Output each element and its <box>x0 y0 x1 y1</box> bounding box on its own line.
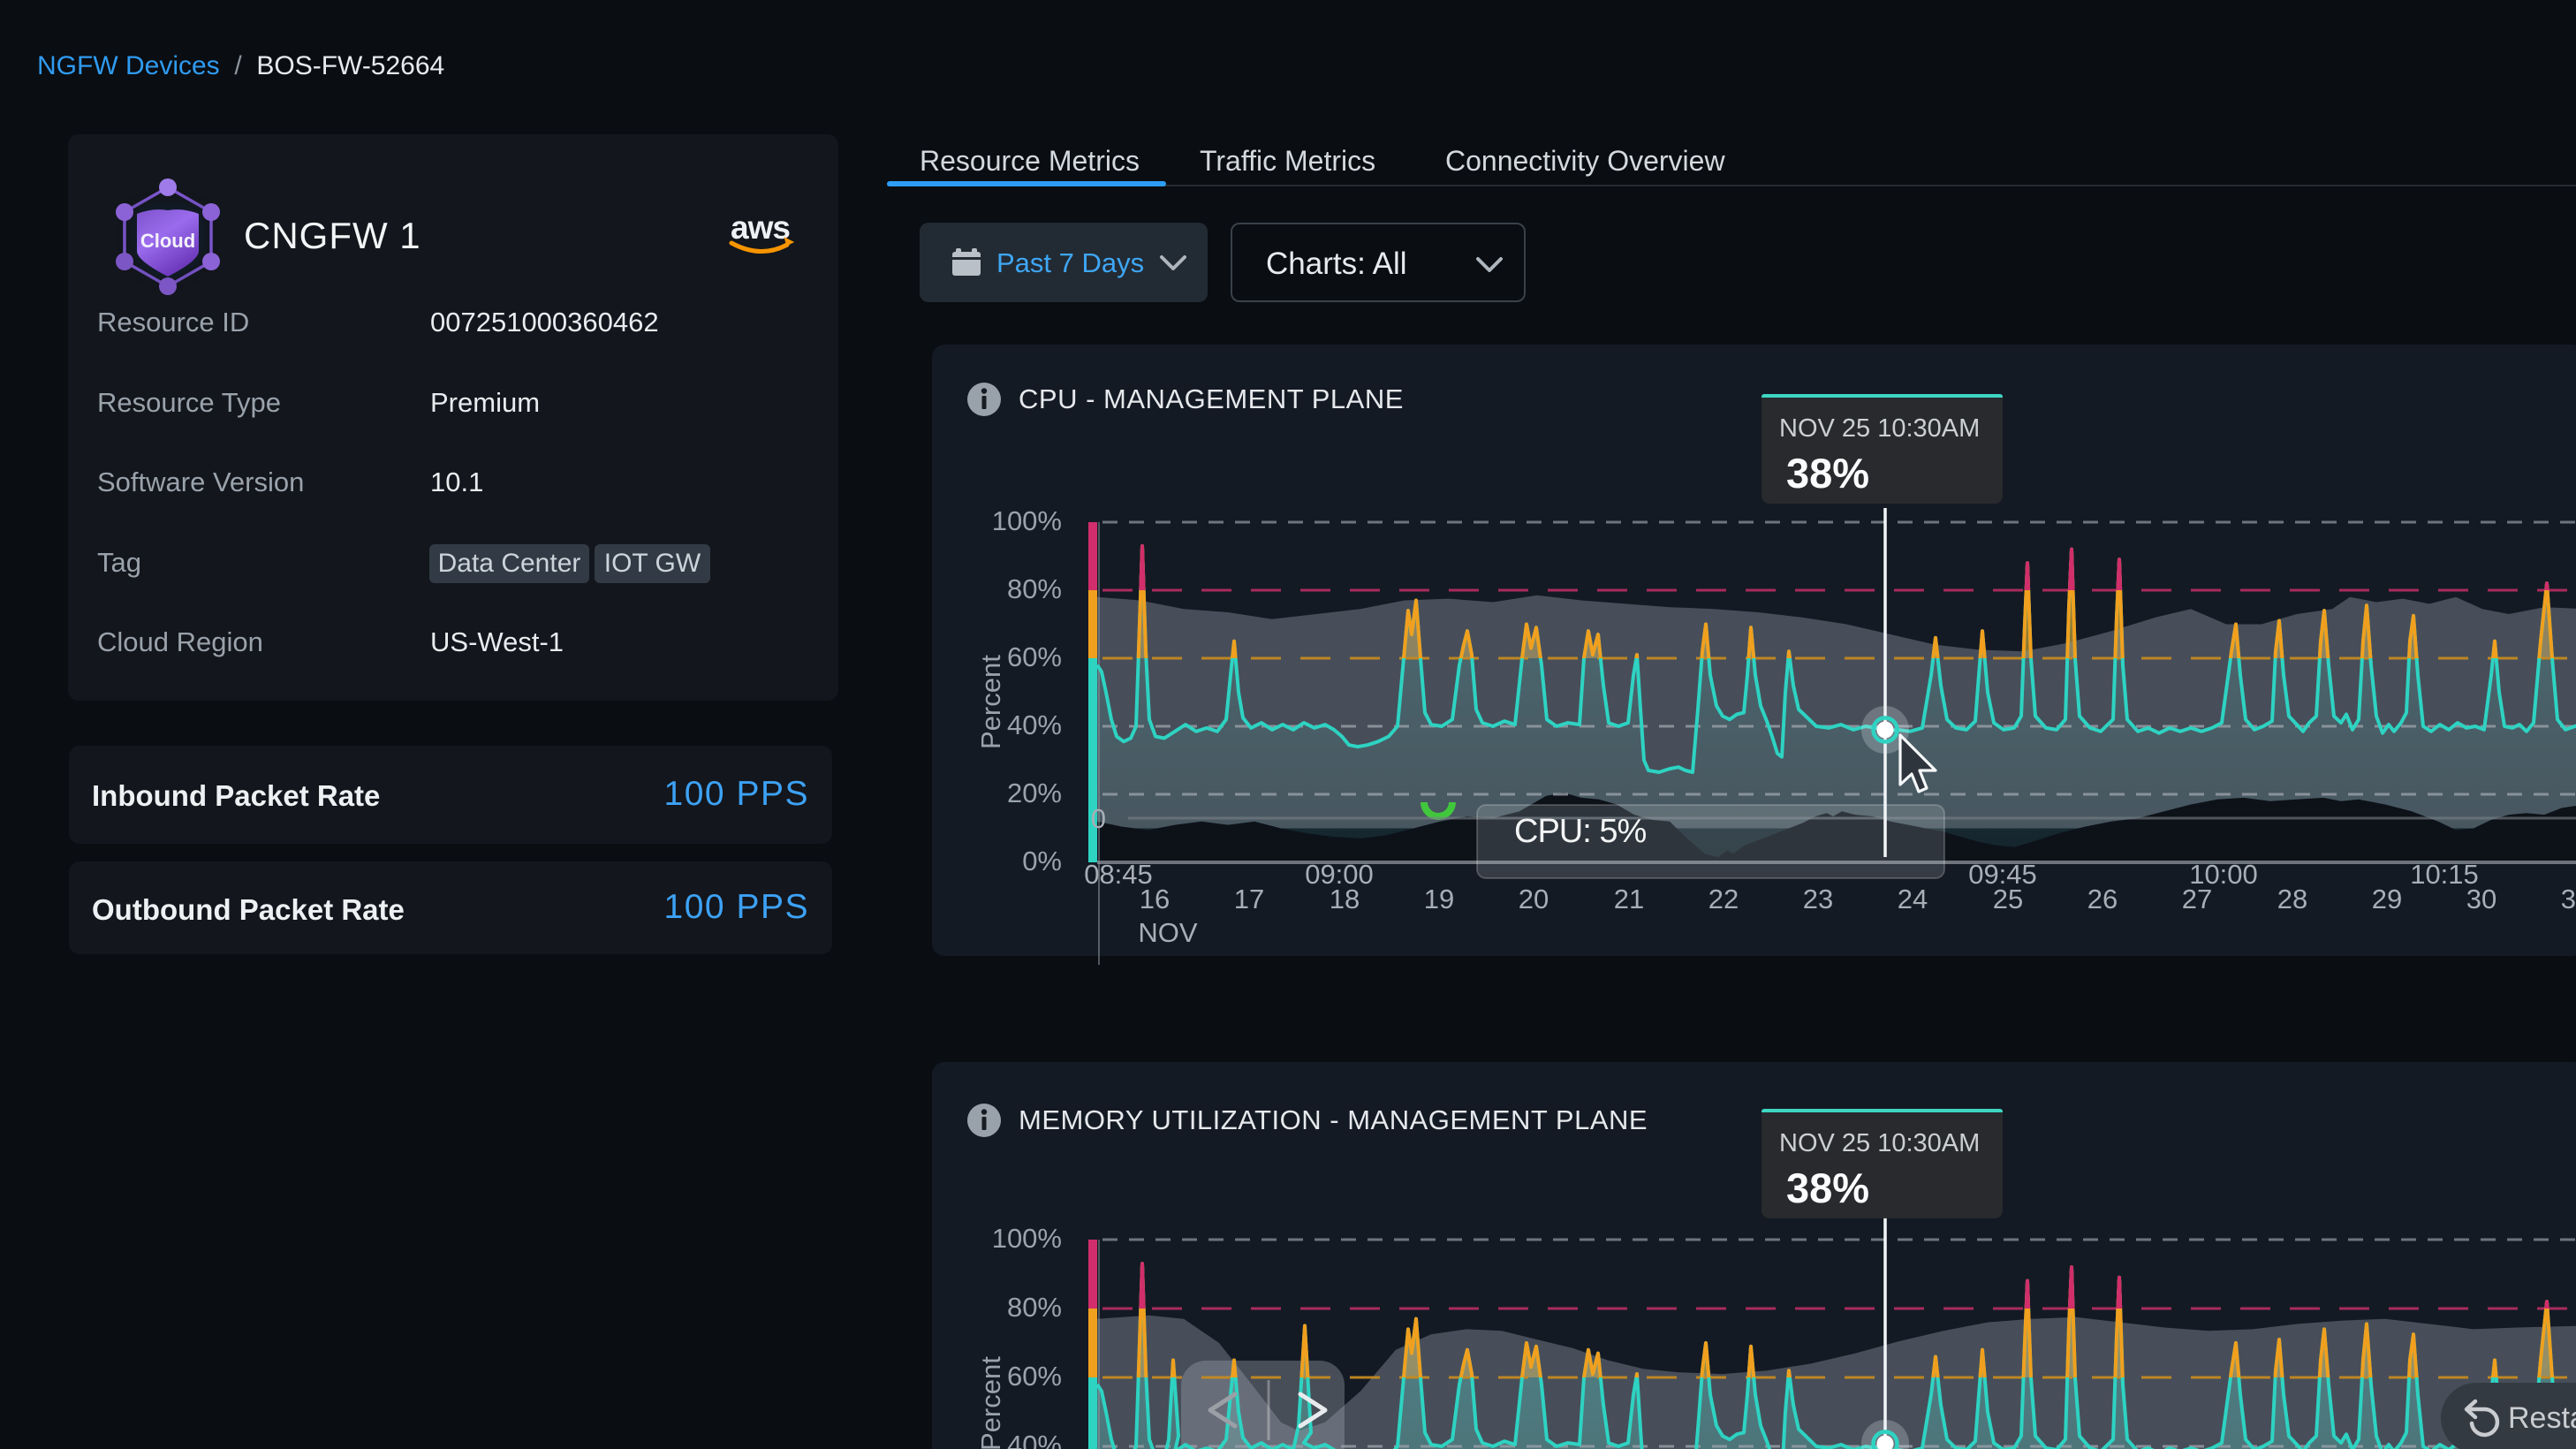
svg-text:0: 0 <box>1091 803 1106 834</box>
svg-text:aws: aws <box>731 209 790 246</box>
svg-text:CPU: 5%: CPU: 5% <box>1514 813 1646 850</box>
svg-text:Cloud: Cloud <box>140 230 195 252</box>
